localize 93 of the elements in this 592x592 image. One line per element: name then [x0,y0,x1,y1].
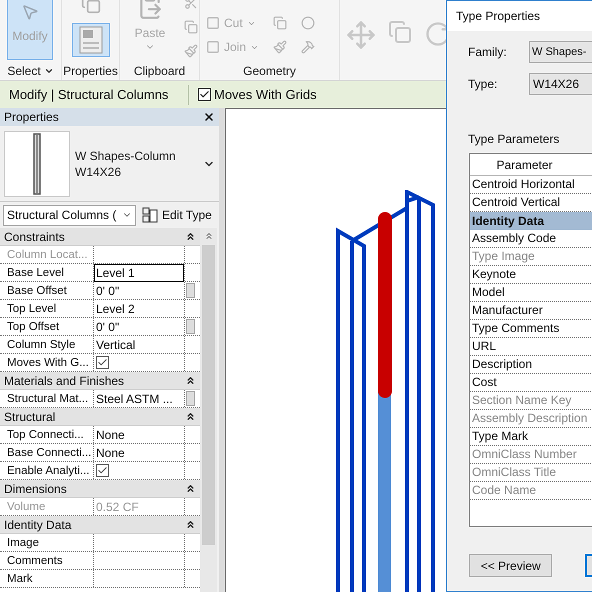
property-name: Mark [7,572,33,586]
parameter-cell: Description [470,356,592,374]
properties-button[interactable] [72,23,110,57]
shapes-icon [206,16,220,30]
move-icon [346,20,376,50]
parameter-cell: Type Comments [470,320,592,338]
copy-icon [184,20,198,34]
property-value[interactable]: Steel ASTM ... [94,390,184,408]
panel-label: Properties [63,63,118,80]
property-value[interactable]: None [94,426,184,444]
property-value[interactable]: 0' 0" [94,282,184,300]
column-icon [33,132,41,194]
parameter-group[interactable]: Identity Data [470,212,592,230]
scroll-up-icon[interactable] [204,231,214,241]
check-icon [97,465,108,476]
check-icon [199,89,210,100]
panel-label: Geometry [243,63,296,80]
property-value[interactable]: Level 2 [94,300,184,318]
checkbox[interactable] [198,88,211,101]
field-label: Type: [467,76,498,93]
parameter-cell: OmniClass Title [470,464,592,482]
group-label: Constraints [4,228,66,246]
property-name: Top Connecti... [7,428,84,442]
property-value[interactable]: 0' 0" [94,318,184,336]
property-value[interactable]: None [94,444,184,462]
scrollbar[interactable] [200,228,217,592]
filter-dropdown[interactable]: Structural Columns ( [3,204,136,226]
parameter-cell: Type Image [470,248,592,266]
family-dropdown[interactable]: W Shapes- [529,41,592,63]
checkbox[interactable] [96,464,109,477]
property-name: Top Offset [7,320,60,334]
property-name: Enable Analyti... [7,464,90,478]
parameter-cell: Section Name Key [470,392,592,410]
parameter-cell: Code Name [470,482,592,500]
group-header[interactable]: Dimensions [0,480,200,498]
section-label: Type Parameters [467,131,560,148]
paint-icon [273,40,288,54]
palette-title: Properties [4,109,60,126]
group-header[interactable]: Constraints [0,228,200,246]
parameter-cell: Assembly Description [470,410,592,428]
copy-icon [388,20,412,44]
type-dropdown[interactable]: W14X26 [529,73,592,95]
type-size: W14X26 [75,164,122,180]
property-name: Structural Mat... [7,392,88,406]
property-value[interactable]: Vertical [94,336,184,354]
preview-button[interactable]: << Preview [469,554,552,577]
cursor-icon [21,3,39,21]
property-name: Base Offset [7,284,67,298]
property-name: Comments [7,554,63,568]
context-title: Modify | Structural Columns [8,86,170,104]
property-value[interactable]: Level 1 [94,264,184,282]
property-name: Base Connecti... [7,446,92,460]
group-label: Identity Data [4,516,72,534]
group-label: Dimensions [4,480,68,498]
option-checkbox[interactable]: Moves With Grids [198,84,317,104]
shapes-icon [206,40,220,54]
properties-icon [78,26,102,54]
parameter-cell: Manufacturer [470,302,592,320]
dialog-title: Type Properties [456,8,540,25]
checkbox[interactable] [96,356,109,369]
property-name: Column Locat... [7,248,88,262]
parameter-cell: URL [470,338,592,356]
group-label: Materials and Finishes [4,372,126,390]
property-name: Volume [7,500,46,514]
edit-type-button[interactable]: Edit Type [142,206,212,224]
panel-label: Clipboard [134,63,186,80]
property-name: Column Style [7,338,76,352]
group-header[interactable]: Identity Data [0,516,200,534]
parameter-cell: Keynote [470,266,592,284]
group-label: Structural [4,408,56,426]
hammer-icon [301,40,316,54]
parameter-cell: OmniClass Number [470,446,592,464]
parameter-cell: Centroid Horizontal [470,176,592,194]
parameter-cell: Cost [470,374,592,392]
parameter-cell: Type Mark [470,428,592,446]
group-header[interactable]: Structural [0,408,200,426]
property-name: Image [7,536,39,550]
scissors-icon [184,0,198,10]
panel-label: Select [7,63,41,80]
property-name: Base Level [7,266,64,280]
property-name: Moves With G... [7,356,89,370]
parameter-cell: Model [470,284,592,302]
parameter-cell: Assembly Code [470,230,592,248]
check-icon [97,357,108,368]
close-icon[interactable] [203,111,215,123]
property-name: Top Level [7,302,56,316]
field-label: Family: [467,44,508,61]
brush-icon [184,44,198,58]
dialog-button[interactable] [585,554,592,577]
edit-type-icon [142,207,158,223]
type-name: W Shapes-Column [75,148,177,164]
column-header[interactable]: Parameter [470,154,592,176]
group-header[interactable]: Materials and Finishes [0,372,200,390]
